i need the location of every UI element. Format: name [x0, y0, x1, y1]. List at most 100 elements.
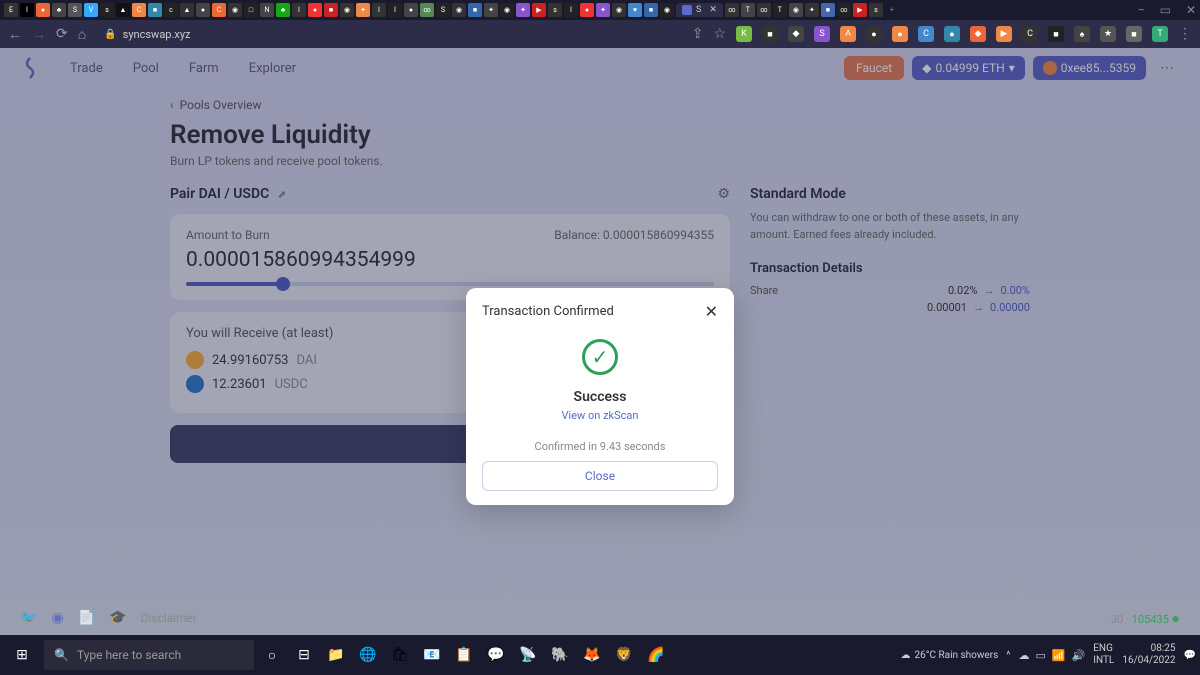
profile-icon[interactable]: T — [1152, 26, 1168, 42]
tab-icon[interactable]: ◉ — [340, 3, 354, 17]
window-minimize[interactable]: − — [1138, 3, 1145, 17]
back-button[interactable]: ← — [8, 26, 22, 43]
extension-icon[interactable]: K — [736, 26, 752, 42]
extension-icon[interactable]: C — [1022, 26, 1038, 42]
chrome-icon[interactable]: 🌈 — [642, 641, 670, 669]
discord-icon[interactable]: ◉ — [51, 610, 63, 626]
tab-icon[interactable]: ∞ — [837, 3, 851, 17]
tab-icon[interactable]: ✦ — [596, 3, 610, 17]
window-close[interactable]: ✕ — [1186, 3, 1196, 17]
start-button[interactable]: ⊞ — [4, 639, 40, 671]
tab-icon[interactable]: T — [773, 3, 787, 17]
tab-icon[interactable]: ◉ — [789, 3, 803, 17]
share-icon[interactable]: ⇪ — [692, 26, 704, 42]
tab-icon[interactable]: N — [260, 3, 274, 17]
tab-icon[interactable]: ◉ — [612, 3, 626, 17]
tab-icon[interactable]: V — [84, 3, 98, 17]
zkscan-link[interactable]: View on zkScan — [482, 409, 718, 422]
docs-icon[interactable]: 📄 — [78, 610, 95, 626]
extension-icon[interactable]: ◆ — [788, 26, 804, 42]
menu-icon[interactable]: ⋮ — [1178, 26, 1192, 42]
language-indicator[interactable]: ENG INTL — [1093, 643, 1114, 667]
tab-icon[interactable]: ■ — [468, 3, 482, 17]
tab-icon[interactable]: ■ — [324, 3, 338, 17]
tab-icon[interactable]: ● — [36, 3, 50, 17]
home-button[interactable]: ⌂ — [78, 26, 86, 43]
active-tab[interactable]: S✕ — [676, 3, 723, 17]
address-bar[interactable]: 🔒 syncswap.xyz — [104, 28, 190, 41]
app-icon[interactable]: 📧 — [418, 641, 446, 669]
brave-icon[interactable]: 🦁 — [610, 641, 638, 669]
graduation-icon[interactable]: 🎓 — [109, 610, 126, 626]
weather-widget[interactable]: ☁26°C Rain showers — [901, 650, 999, 661]
extension-icon[interactable]: ◆ — [970, 26, 986, 42]
store-icon[interactable]: 🛍 — [386, 641, 414, 669]
cortana-icon[interactable]: ○ — [258, 641, 286, 669]
app-icon[interactable]: 📋 — [450, 641, 478, 669]
tab-icon[interactable]: ▶ — [532, 3, 546, 17]
tab-icon[interactable]: I — [20, 3, 34, 17]
new-tab-button[interactable]: + — [885, 3, 899, 17]
tab-icon[interactable]: S — [436, 3, 450, 17]
tab-icon[interactable]: ● — [196, 3, 210, 17]
tray-icon[interactable]: ▭ — [1035, 649, 1045, 662]
tab-icon[interactable]: ✦ — [356, 3, 370, 17]
tab-icon[interactable]: ■ — [821, 3, 835, 17]
extension-icon[interactable]: ● — [866, 26, 882, 42]
tab-icon[interactable]: ♥ — [628, 3, 642, 17]
tab-icon[interactable]: c — [164, 3, 178, 17]
volume-icon[interactable]: 🔊 — [1072, 649, 1086, 662]
close-button[interactable]: Close — [482, 461, 718, 491]
tab-icon[interactable]: ✦ — [516, 3, 530, 17]
tab-icon[interactable]: ◉ — [660, 3, 674, 17]
tab-icon[interactable]: □ — [244, 3, 258, 17]
tab-icon[interactable]: ∞ — [420, 3, 434, 17]
taskbar-search[interactable]: 🔍Type here to search — [44, 640, 254, 670]
tab-icon[interactable]: ✦ — [484, 3, 498, 17]
tray-chevron[interactable]: ^ — [1006, 650, 1010, 661]
extension-icon[interactable]: A — [840, 26, 856, 42]
tab-icon[interactable]: ■ — [148, 3, 162, 17]
forward-button[interactable]: → — [32, 26, 46, 43]
tab-icon[interactable]: ● — [308, 3, 322, 17]
reload-button[interactable]: ⟳ — [56, 26, 68, 42]
tab-icon[interactable]: ✦ — [805, 3, 819, 17]
twitter-icon[interactable]: 🐦 — [20, 610, 37, 626]
extension-icon[interactable]: ■ — [1048, 26, 1064, 42]
tab-icon[interactable]: C — [132, 3, 146, 17]
app-icon[interactable]: 🐘 — [546, 641, 574, 669]
tab-icon[interactable]: ▲ — [180, 3, 194, 17]
window-maximize[interactable]: ▭ — [1160, 3, 1171, 17]
tab-icon[interactable]: ▶ — [853, 3, 867, 17]
extension-icon[interactable]: ▶ — [996, 26, 1012, 42]
notification-icon[interactable]: 💬 — [1184, 650, 1196, 661]
tab-icon[interactable]: ● — [404, 3, 418, 17]
extension-icon[interactable]: ♠ — [1074, 26, 1090, 42]
edge-icon[interactable]: 🌐 — [354, 641, 382, 669]
extension-icon[interactable]: ★ — [1100, 26, 1116, 42]
onedrive-icon[interactable]: ☁ — [1018, 649, 1029, 662]
app-icon[interactable]: 📡 — [514, 641, 542, 669]
modal-overlay[interactable]: Transaction Confirmed ✕ ✓ Success View o… — [0, 48, 1200, 635]
extension-icon[interactable]: ■ — [762, 26, 778, 42]
star-icon[interactable]: ☆ — [713, 26, 726, 42]
tab-icon[interactable]: ● — [580, 3, 594, 17]
task-view-icon[interactable]: ⊟ — [290, 641, 318, 669]
tab-icon[interactable]: I — [292, 3, 306, 17]
extension-icon[interactable]: ● — [892, 26, 908, 42]
tab-icon[interactable]: ♣ — [276, 3, 290, 17]
extension-icon[interactable]: ● — [944, 26, 960, 42]
tab-icon[interactable]: ◉ — [452, 3, 466, 17]
app-icon[interactable]: 💬 — [482, 641, 510, 669]
tab-icon[interactable]: E — [4, 3, 18, 17]
disclaimer-link[interactable]: Disclaimer — [141, 611, 198, 625]
tab-icon[interactable]: I — [564, 3, 578, 17]
extension-icon[interactable]: S — [814, 26, 830, 42]
explorer-icon[interactable]: 📁 — [322, 641, 350, 669]
tab-icon[interactable]: ∞ — [757, 3, 771, 17]
tab-icon[interactable]: ∞ — [725, 3, 739, 17]
tab-icon[interactable]: ◉ — [500, 3, 514, 17]
tab-icon[interactable]: s — [869, 3, 883, 17]
clock[interactable]: 08:25 16/04/2022 — [1122, 643, 1175, 667]
extension-icon[interactable]: C — [918, 26, 934, 42]
